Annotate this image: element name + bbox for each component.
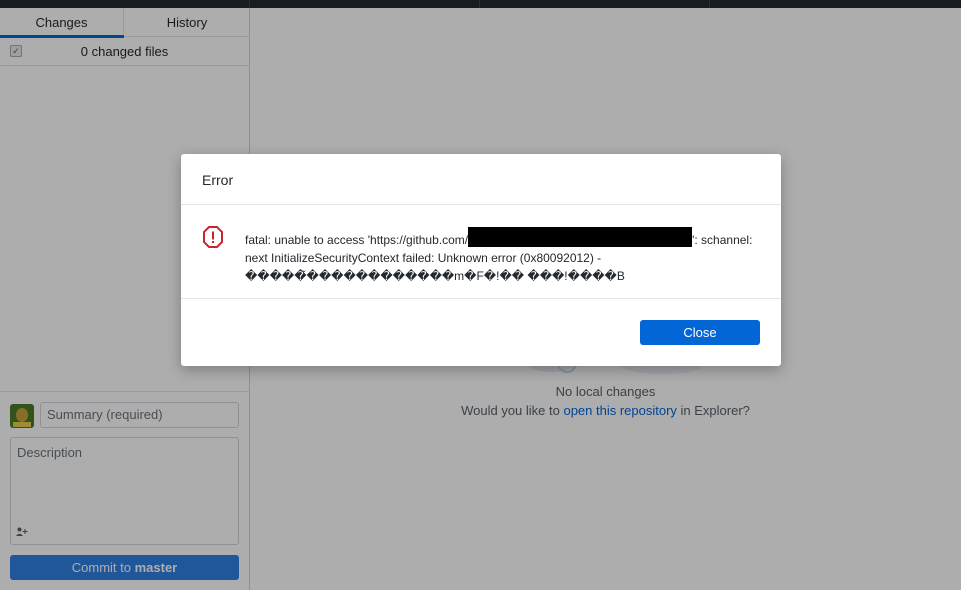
dialog-header: Error: [181, 154, 781, 205]
alert-octagon-icon: [203, 226, 223, 248]
error-message: fatal: unable to access 'https://github.…: [245, 227, 765, 285]
close-button[interactable]: Close: [640, 320, 760, 345]
error-dialog: Error fatal: unable to access 'https://g…: [181, 154, 781, 366]
dialog-footer: Close: [181, 299, 781, 366]
dialog-title: Error: [202, 172, 234, 188]
dialog-body: fatal: unable to access 'https://github.…: [181, 205, 781, 299]
redacted-repository-url: [468, 227, 693, 247]
error-message-start: fatal: unable to access 'https://github.…: [245, 233, 469, 247]
